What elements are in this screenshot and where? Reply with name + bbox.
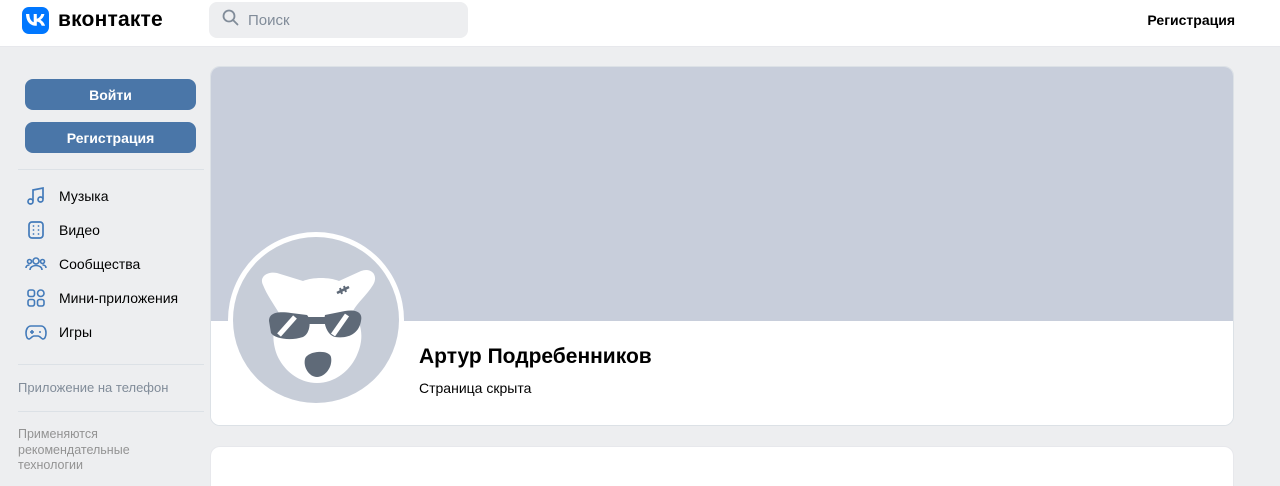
profile-status: Страница скрыта	[419, 380, 532, 396]
hidden-profile-dog-icon	[233, 237, 399, 403]
video-icon	[25, 219, 47, 241]
communities-icon	[25, 253, 47, 275]
sidebar-item-communities[interactable]: Сообщества	[18, 247, 204, 281]
vk-logo[interactable]: вконтакте	[22, 6, 163, 34]
login-button[interactable]: Войти	[25, 79, 196, 110]
recommendation-note[interactable]: Применяются рекомендательные технологии	[18, 427, 168, 474]
header-register-link[interactable]: Регистрация	[1147, 12, 1235, 28]
sidebar-divider	[18, 364, 204, 365]
profile-name: Артур Подребенников	[419, 345, 652, 368]
app-on-phone-link[interactable]: Приложение на телефон	[18, 380, 204, 395]
sidebar-item-games[interactable]: Игры	[18, 315, 204, 349]
search-input[interactable]	[248, 11, 448, 29]
sidebar-item-mini-apps[interactable]: Мини-приложения	[18, 281, 204, 315]
logo-text: вконтакте	[58, 8, 163, 31]
register-button[interactable]: Регистрация	[25, 122, 196, 153]
sidebar-divider	[18, 411, 204, 412]
sidebar-item-label: Мини-приложения	[59, 290, 179, 306]
search-icon	[222, 9, 239, 31]
avatar[interactable]	[228, 232, 404, 408]
mini-apps-icon	[25, 287, 47, 309]
sidebar-item-video[interactable]: Видео	[18, 213, 204, 247]
content-card	[210, 446, 1234, 486]
sidebar-menu: Музыка Видео Сообщества Мини-приложения …	[18, 179, 204, 349]
left-sidebar: Войти Регистрация Музыка Видео Сообществ…	[18, 79, 204, 474]
top-header: вконтакте Регистрация	[0, 0, 1280, 47]
sidebar-item-label: Музыка	[59, 188, 109, 204]
games-icon	[25, 321, 47, 343]
sidebar-divider	[18, 169, 204, 170]
sidebar-item-label: Видео	[59, 222, 100, 238]
search-box[interactable]	[209, 2, 468, 38]
music-icon	[25, 185, 47, 207]
sidebar-item-label: Сообщества	[59, 256, 141, 272]
sidebar-item-music[interactable]: Музыка	[18, 179, 204, 213]
vk-logo-icon	[22, 6, 49, 34]
sidebar-item-label: Игры	[59, 324, 93, 340]
